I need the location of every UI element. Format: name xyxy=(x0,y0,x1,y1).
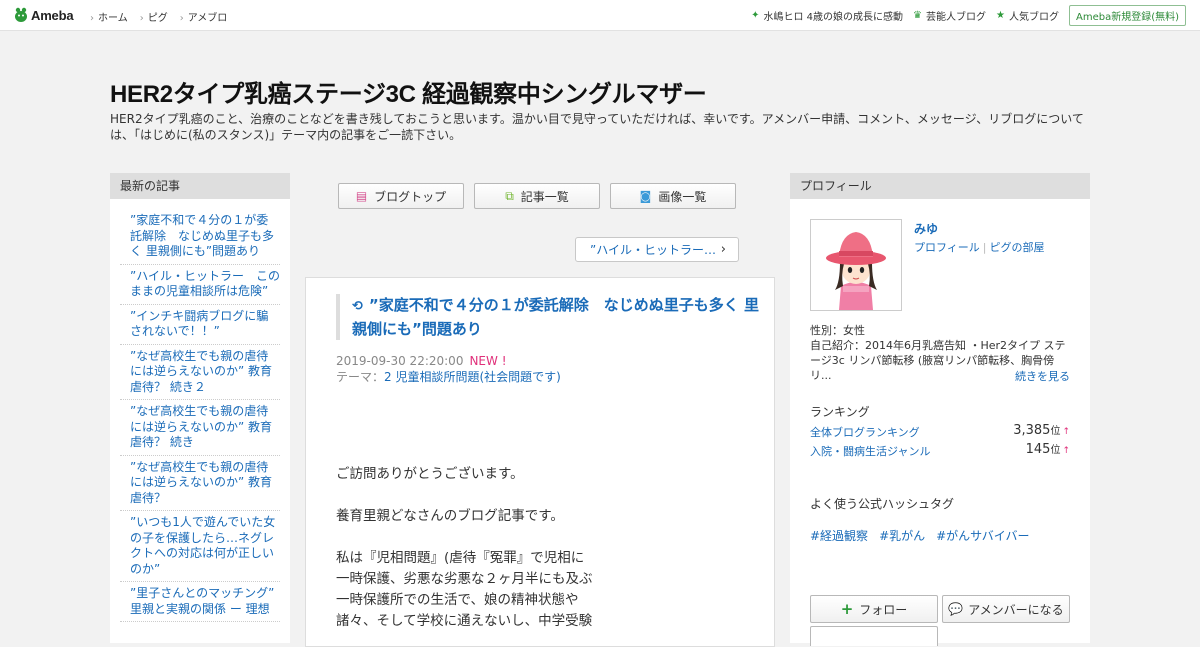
additional-button[interactable] xyxy=(810,626,938,646)
top-bar: Ameba ホーム ピグ アメブロ ✦水嶋ヒロ 4歳の娘の成長に感動 ♛芸能人ブ… xyxy=(0,0,1200,31)
article-meta: 2019-09-30 22:20:00 NEW ! テーマ：2 児童相談所問題(社… xyxy=(336,353,561,385)
profile-panel: プロフィール みゆ プロフィール | ピグの部屋 性別：女性 自己紹介：2014… xyxy=(790,173,1090,646)
top-nav: ホーム ピグ アメブロ xyxy=(90,9,227,24)
user-links: プロフィール | ピグの部屋 xyxy=(914,239,1045,255)
popular-blog-link[interactable]: ★ 人気ブログ xyxy=(996,8,1059,23)
article-title[interactable]: ⟲ ”家庭不和で４分の１が委託解除 なじめぬ里子も多く 里親側にも”問題あり xyxy=(352,294,762,340)
profile-heading: プロフィール xyxy=(790,173,1090,199)
nav-ameblo[interactable]: アメブロ xyxy=(180,9,228,24)
chevron-right-icon: › xyxy=(720,242,726,257)
recent-post-item[interactable]: ”いつも1人で遊んでいた女の子を保護したら…ネグレクトへの対応は何が正しいのか” xyxy=(120,511,280,582)
avatar-image xyxy=(811,220,901,310)
article-list-label: 記事一覧 xyxy=(520,189,569,204)
register-button[interactable]: Ameba新規登録(無料) xyxy=(1068,5,1186,26)
theme-prefix: テーマ： xyxy=(336,370,385,384)
ranking-unit: 位 xyxy=(1050,445,1061,456)
ranking-overall-value: 3,385位 ↑ xyxy=(1013,422,1070,438)
top-right-links: ✦ 水嶋ヒロ 4歳の娘の成長に感動 ♛ 芸能人ブログ ★ 人気ブログ Ameba新規登… xyxy=(751,5,1186,26)
article-date: 2019-09-30 22:20:00 xyxy=(336,354,464,368)
article-theme-link[interactable]: 2 児童相談所問題(社会問題です) xyxy=(384,370,561,384)
trending-news-label: 水嶋ヒロ 4歳の娘の成長に感動 xyxy=(763,12,904,23)
ranking-heading: ランキング xyxy=(810,405,870,419)
trending-news-link[interactable]: ✦ 水嶋ヒロ 4歳の娘の成長に感動 xyxy=(751,8,903,23)
sparkle-icon: ✦ xyxy=(751,10,760,21)
article-paragraph: 一時保護、劣悪な劣悪な２ヶ月半にも及ぶ xyxy=(336,571,593,587)
avatar[interactable] xyxy=(810,219,902,311)
recent-posts-heading: 最新の記事 xyxy=(110,173,290,199)
image-list-button[interactable]: ◙ 画像一覧 xyxy=(610,183,736,209)
celebrity-blog-link[interactable]: ♛ 芸能人ブログ xyxy=(913,8,986,23)
image-list-label: 画像一覧 xyxy=(658,189,707,204)
reblog-icon: ⟲ xyxy=(352,299,363,314)
ranking-genre-number: 145 xyxy=(1025,442,1051,457)
blog-top-button[interactable]: ▤ ブログトップ xyxy=(338,183,464,209)
ranking-unit: 位 xyxy=(1050,426,1061,437)
blog-top-label: ブログトップ xyxy=(374,189,447,204)
hashtag-link[interactable]: #乳がん xyxy=(879,527,925,544)
ranking-overall-link[interactable]: 全体ブログランキング xyxy=(810,426,920,439)
blog-description: HER2タイプ乳癌のこと、治療のことなどを書き残しておこうと思います。温かい目で… xyxy=(110,112,1084,142)
recent-post-item[interactable]: ”なぜ高校生でも親の虐待には逆らえないのか” 教育虐待？ 続き２ xyxy=(120,345,280,400)
ranking-overall-number: 3,385 xyxy=(1013,423,1051,438)
ameba-logo-icon xyxy=(15,7,27,22)
hashtag-list: #経過観察 #乳がん #がんサバイバー xyxy=(810,527,1029,544)
new-badge: NEW ! xyxy=(469,354,507,368)
link-separator: | xyxy=(982,241,987,254)
become-member-button[interactable]: 💬 アメンバーになる xyxy=(942,595,1070,623)
camera-icon: ◙ xyxy=(639,189,652,203)
ranking-genre-value: 145位 ↑ xyxy=(1026,441,1070,457)
blog-title[interactable]: HER2タイプ乳癌ステージ3C 経過観察中シングルマザー xyxy=(110,74,707,109)
ranking-genre-link[interactable]: 入院・闘病生活ジャンル xyxy=(810,445,930,458)
plus-icon: + xyxy=(840,600,854,618)
recent-posts-panel: 最新の記事 ”家庭不和で４分の１が委託解除 なじめぬ里子も多く 里親側にも”問題… xyxy=(110,173,290,643)
article-paragraph: ご訪問ありがとうございます。 xyxy=(336,466,524,482)
celebrity-blog-label: 芸能人ブログ xyxy=(926,12,987,23)
blog-nav-buttons: ▤ ブログトップ ⧉ 記事一覧 ◙ 画像一覧 xyxy=(338,183,736,209)
popular-blog-label: 人気ブログ xyxy=(1008,12,1059,23)
recent-post-item[interactable]: ”インチキ闘病ブログに騙されないで！！” xyxy=(120,305,280,345)
hashtag-heading: よく使う公式ハッシュタグ xyxy=(810,497,955,511)
article-card: ⟲ ”家庭不和で４分の１が委託解除 なじめぬ里子も多く 里親側にも”問題あり 20… xyxy=(305,277,775,647)
ranking-row-overall: 全体ブログランキング 3,385位 ↑ xyxy=(810,422,1070,442)
recent-post-item[interactable]: ”なぜ高校生でも親の虐待には逆らえないのか” 教育虐待？ 続き xyxy=(120,400,280,456)
star-icon: ★ xyxy=(996,10,1005,21)
user-name[interactable]: みゆ xyxy=(914,220,938,237)
recent-posts-list: ”家庭不和で４分の１が委託解除 なじめぬ里子も多く 里親側にも”問題あり ”ハイ… xyxy=(110,199,290,622)
member-label: アメンバーになる xyxy=(968,602,1064,617)
profile-link[interactable]: プロフィール xyxy=(914,241,980,254)
hashtag-link[interactable]: #がんサバイバー xyxy=(936,527,1029,544)
member-speech-icon: 💬 xyxy=(948,602,964,616)
previous-post-label: ”ハイル・ヒットラー… xyxy=(590,243,716,257)
hashtag-link[interactable]: #経過観察 xyxy=(810,527,868,544)
recent-post-item[interactable]: ”なぜ高校生でも親の虐待には逆らえないのか” 教育虐待？ xyxy=(120,456,280,511)
article-body: ご訪問ありがとうございます。 養育里親どなさんのブログ記事です。 私は『児相問題… xyxy=(336,464,593,632)
read-more-link[interactable]: 続きを見る xyxy=(1015,368,1070,384)
article-list-button[interactable]: ⧉ 記事一覧 xyxy=(474,183,600,209)
article-paragraph: 一時保護所での生活で、娘の精神状態や xyxy=(336,592,579,608)
user-gender: 性別：女性 xyxy=(810,324,865,337)
article-header: ⟲ ”家庭不和で４分の１が委託解除 なじめぬ里子も多く 里親側にも”問題あり xyxy=(336,294,762,340)
article-paragraph: 私は『児相問題』(虐待『冤罪』で児相に xyxy=(336,550,585,566)
recent-post-item[interactable]: ”ハイル・ヒットラー このままの児童相談所は危険” xyxy=(120,265,280,305)
nav-home[interactable]: ホーム xyxy=(90,9,128,24)
previous-post-button[interactable]: ”ハイル・ヒットラー… › xyxy=(575,237,739,262)
recent-post-item[interactable]: ”家庭不和で４分の１が委託解除 なじめぬ里子も多く 里親側にも”問題あり xyxy=(120,209,280,265)
list-icon: ⧉ xyxy=(505,188,514,203)
ameba-logo[interactable]: Ameba xyxy=(14,6,74,24)
rank-up-arrow-icon: ↑ xyxy=(1062,427,1070,437)
rank-up-arrow-icon: ↑ xyxy=(1062,446,1070,456)
pigg-room-link[interactable]: ピグの部屋 xyxy=(990,241,1045,254)
article-title-text: ”家庭不和で４分の１が委託解除 なじめぬ里子も多く 里親側にも”問題あり xyxy=(352,296,759,338)
follow-button[interactable]: + フォロー xyxy=(810,595,938,623)
ranking-row-genre: 入院・闘病生活ジャンル 145位 ↑ xyxy=(810,441,1070,461)
crown-icon: ♛ xyxy=(913,10,923,21)
nav-pigg[interactable]: ピグ xyxy=(140,9,168,24)
document-icon: ▤ xyxy=(355,189,368,203)
follow-label: フォロー xyxy=(859,602,908,617)
article-paragraph: 養育里親どなさんのブログ記事です。 xyxy=(336,508,564,524)
recent-post-item[interactable]: ”里子さんとのマッチング” 里親と実親の関係 ー 理想 xyxy=(120,582,280,622)
article-paragraph: 諸々、そして学校に通えないし、中学受験 xyxy=(336,613,593,629)
logo-text: Ameba xyxy=(31,7,74,23)
